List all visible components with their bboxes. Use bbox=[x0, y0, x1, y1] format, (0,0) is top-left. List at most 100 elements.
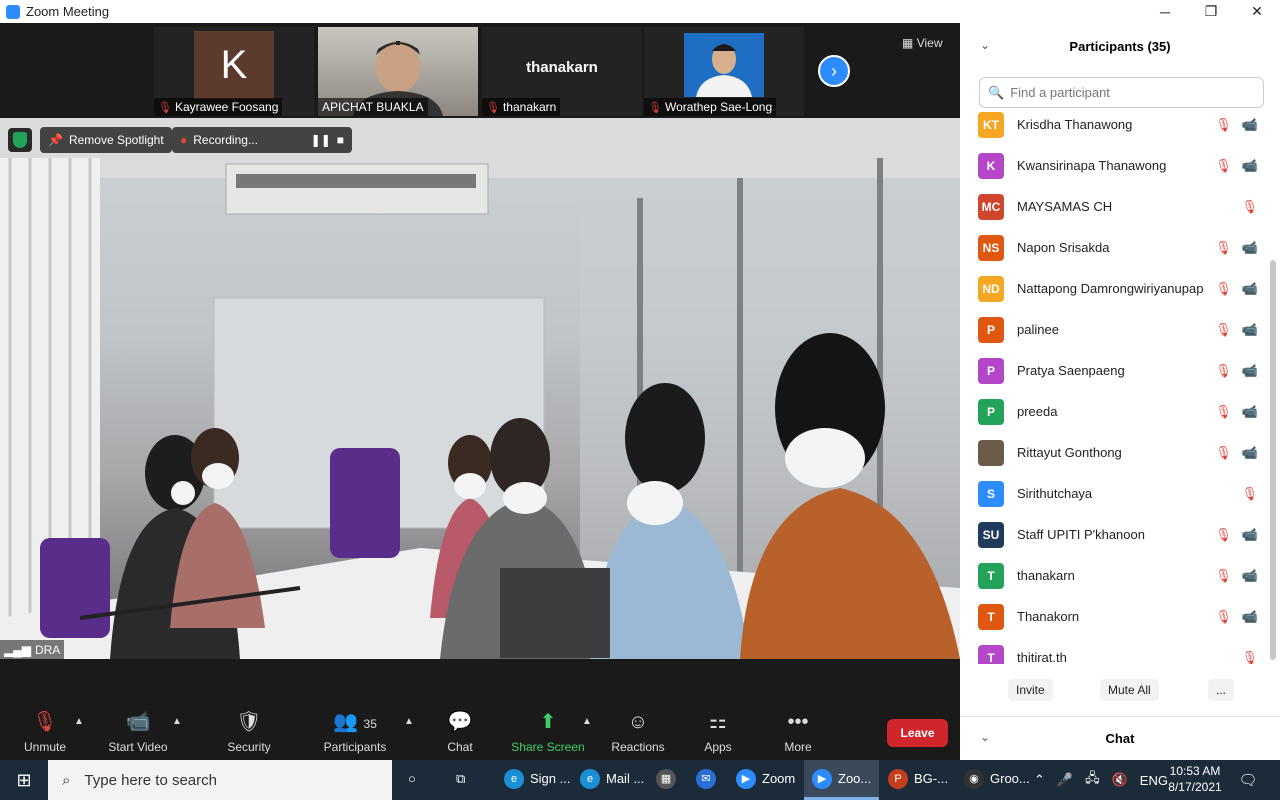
video-off-icon: 📹 bbox=[1241, 116, 1258, 132]
participant-row[interactable]: Tthanakarn 🎙 📹 bbox=[960, 555, 1270, 596]
taskbar-app-powerpoint[interactable]: P BG-... bbox=[880, 760, 956, 800]
next-page-arrow-icon[interactable]: › bbox=[818, 55, 850, 87]
speaker-name-label: ▂▄▆ DRA bbox=[0, 640, 65, 659]
security-shield-icon[interactable] bbox=[8, 128, 32, 152]
taskbar-app-zoom[interactable]: ▶ Zoo... bbox=[804, 760, 880, 800]
participant-row[interactable]: Tthitirat.th 🎙 bbox=[960, 637, 1270, 664]
avatar: SU bbox=[978, 521, 1004, 548]
participant-name: Napon Srisakda bbox=[1017, 240, 1110, 255]
taskbar-search-box[interactable]: ⌕ Type here to search bbox=[48, 760, 392, 800]
share-screen-button[interactable]: ⬆ Share Screen bbox=[503, 710, 593, 754]
recording-label: Recording... bbox=[193, 133, 258, 147]
avatar: P bbox=[978, 357, 1004, 384]
taskbar-app-zoom[interactable]: ▶ Zoom bbox=[728, 760, 803, 800]
chat-bubble-icon: 💬 bbox=[447, 711, 473, 733]
participant-row[interactable]: Rittayut Gonthong 🎙 📹 bbox=[960, 432, 1270, 473]
participants-count: 35 bbox=[363, 717, 377, 731]
participants-button[interactable]: 👥 35 Participants bbox=[310, 710, 400, 754]
participant-row[interactable]: KT Krisdha Thanawong 🎙 📹 bbox=[960, 104, 1270, 145]
video-options-chevron-icon[interactable]: ▲ bbox=[172, 716, 182, 727]
mic-muted-icon: 🎙 bbox=[1215, 403, 1232, 419]
participant-name: Thanakorn bbox=[1017, 609, 1080, 624]
mic-muted-icon: 🎙 bbox=[1215, 444, 1232, 460]
remove-spotlight-button[interactable]: 📌 Remove Spotlight bbox=[40, 127, 172, 153]
more-button[interactable]: ••• More bbox=[753, 710, 843, 754]
avatar: K bbox=[194, 31, 274, 99]
network-icon[interactable]: 🖧 bbox=[1085, 769, 1100, 791]
avatar: NS bbox=[978, 234, 1004, 261]
video-thumb[interactable]: thanakarn 🎙 thanakarn bbox=[482, 27, 642, 116]
view-button[interactable]: ▦ View bbox=[902, 36, 942, 50]
mute-all-button[interactable]: Mute All bbox=[1100, 679, 1159, 701]
record-dot-icon: ● bbox=[180, 133, 188, 147]
avatar bbox=[978, 439, 1004, 466]
mic-muted-icon: 🎙 bbox=[648, 101, 662, 114]
mic-muted-icon: 🎙 bbox=[1241, 485, 1258, 501]
participant-row[interactable]: ND Nattapong Damrongwiriyanupap 🎙 📹 bbox=[960, 268, 1270, 309]
zoom-app-icon bbox=[6, 4, 20, 19]
shield-icon: 🛡 bbox=[236, 711, 262, 733]
participant-row[interactable]: NS Napon Srisakda 🎙 📹 bbox=[960, 227, 1270, 268]
clock-date: 8/17/2021 bbox=[1168, 780, 1222, 794]
microphone-icon[interactable]: 🎤 bbox=[1057, 772, 1073, 788]
chevron-up-icon[interactable]: ⌃ bbox=[1034, 772, 1045, 788]
participants-options-chevron-icon[interactable]: ▲ bbox=[404, 716, 414, 727]
participant-row[interactable]: S Sirithutchaya 🎙 bbox=[960, 473, 1270, 514]
participant-name: Sirithutchaya bbox=[1017, 486, 1093, 501]
pause-recording-icon[interactable]: ❚❚ bbox=[311, 133, 331, 147]
video-thumb[interactable]: APICHAT BUAKLA bbox=[318, 27, 478, 116]
edge-icon: e bbox=[580, 768, 600, 789]
taskbar-app-edge[interactable]: e Sign ... bbox=[496, 760, 578, 800]
security-button[interactable]: 🛡 Security bbox=[204, 710, 294, 754]
more-options-button[interactable]: ... bbox=[1208, 679, 1235, 701]
invite-button[interactable]: Invite bbox=[1008, 679, 1053, 701]
clock[interactable]: 10:53 AM 8/17/2021 bbox=[1162, 763, 1228, 795]
video-off-icon: 📹 bbox=[125, 711, 151, 733]
video-thumb[interactable]: K 🎙 Kayrawee Foosang bbox=[154, 27, 314, 116]
notification-center-icon[interactable]: 🗨 bbox=[1236, 760, 1260, 800]
taskbar-app-edge[interactable]: e Mail ... bbox=[572, 760, 652, 800]
avatar: ND bbox=[978, 275, 1004, 302]
video-off-icon: 📹 bbox=[1241, 280, 1258, 296]
task-view-icon[interactable]: ⧉ bbox=[448, 760, 473, 800]
taskbar-app-obs[interactable]: ◉ Groo... bbox=[956, 760, 1038, 800]
participant-display-name: thanakarn bbox=[526, 59, 598, 76]
stop-recording-icon[interactable]: ■ bbox=[337, 133, 344, 147]
leave-button[interactable]: Leave bbox=[887, 719, 948, 747]
chat-button[interactable]: 💬 Chat bbox=[415, 710, 505, 754]
video-thumbnail-strip: K 🎙 Kayrawee Foosang APICHAT BUAKLA than… bbox=[0, 23, 960, 118]
start-video-button[interactable]: 📹 Start Video bbox=[93, 710, 183, 754]
participant-row[interactable]: SU Staff UPITI P'khanoon 🎙 📹 bbox=[960, 514, 1270, 555]
participant-name: Rittayut Gonthong bbox=[1017, 445, 1122, 460]
close-button[interactable]: ✕ bbox=[1234, 0, 1280, 23]
participant-row[interactable]: MC MAYSAMAS CH 🎙 bbox=[960, 186, 1270, 227]
apps-button[interactable]: ⚏ Apps bbox=[673, 710, 763, 754]
participant-row[interactable]: P Pratya Saenpaeng 🎙 📹 bbox=[960, 350, 1270, 391]
participant-row[interactable]: K Kwansirinapa Thanawong 🎙 📹 bbox=[960, 145, 1270, 186]
speaker-muted-icon[interactable]: 🔇 bbox=[1112, 772, 1128, 788]
mic-muted-icon: 🎙 bbox=[1215, 157, 1232, 173]
windows-start-icon[interactable]: ⊞ bbox=[0, 760, 48, 800]
maximize-button[interactable]: ❐ bbox=[1188, 0, 1234, 23]
mic-muted-icon: 🎙 bbox=[1215, 239, 1232, 255]
mic-muted-icon: 🎙 bbox=[1241, 649, 1258, 665]
taskbar-app-label: Groo... bbox=[990, 771, 1030, 786]
conference-room-scene bbox=[0, 118, 960, 659]
video-thumb[interactable]: 🎙 Worathep Sae-Long bbox=[644, 27, 804, 116]
taskbar-app-store[interactable]: ▦ bbox=[648, 760, 684, 800]
mic-muted-icon: 🎙 bbox=[1215, 526, 1232, 542]
share-options-chevron-icon[interactable]: ▲ bbox=[582, 716, 592, 727]
zoom-icon: ▶ bbox=[736, 768, 756, 789]
cortana-icon[interactable]: ○ bbox=[400, 760, 424, 800]
reactions-button[interactable]: ☺ Reactions bbox=[593, 710, 683, 754]
taskbar-app-mail[interactable]: ✉ bbox=[688, 760, 724, 800]
audio-options-chevron-icon[interactable]: ▲ bbox=[74, 716, 84, 727]
search-icon: 🔍 bbox=[988, 84, 1005, 100]
participant-row[interactable]: Ppalinee 🎙 📹 bbox=[960, 309, 1270, 350]
people-icon: 👥 bbox=[333, 711, 358, 733]
collapse-chat-chevron-icon[interactable]: ⌄ bbox=[980, 730, 990, 744]
participant-list-scrollbar[interactable] bbox=[1270, 260, 1276, 660]
participant-row[interactable]: Ppreeda 🎙 📹 bbox=[960, 391, 1270, 432]
participant-row[interactable]: T Thanakorn 🎙 📹 bbox=[960, 596, 1270, 637]
minimize-button[interactable]: ─ bbox=[1142, 0, 1188, 23]
